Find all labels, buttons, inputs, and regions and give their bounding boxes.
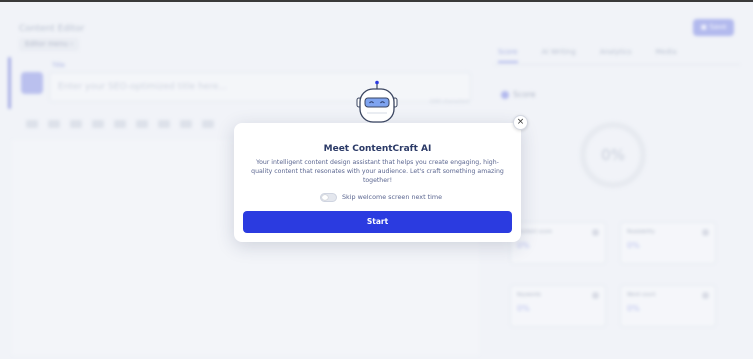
modal-description: Your intelligent content design assistan… [251,159,504,184]
modal-title: Meet ContentCraft AI [323,144,432,154]
start-button[interactable]: Start [243,211,512,233]
toggle-knob [322,194,328,200]
robot-icon [356,80,398,123]
skip-welcome-toggle[interactable] [320,192,337,202]
close-icon[interactable]: × [513,115,528,130]
welcome-modal: Meet ContentCraft AI Your intelligent co… [234,123,521,242]
skip-welcome-label: Skip welcome screen next time [342,193,443,201]
skip-welcome-row: Skip welcome screen next time [320,192,442,202]
